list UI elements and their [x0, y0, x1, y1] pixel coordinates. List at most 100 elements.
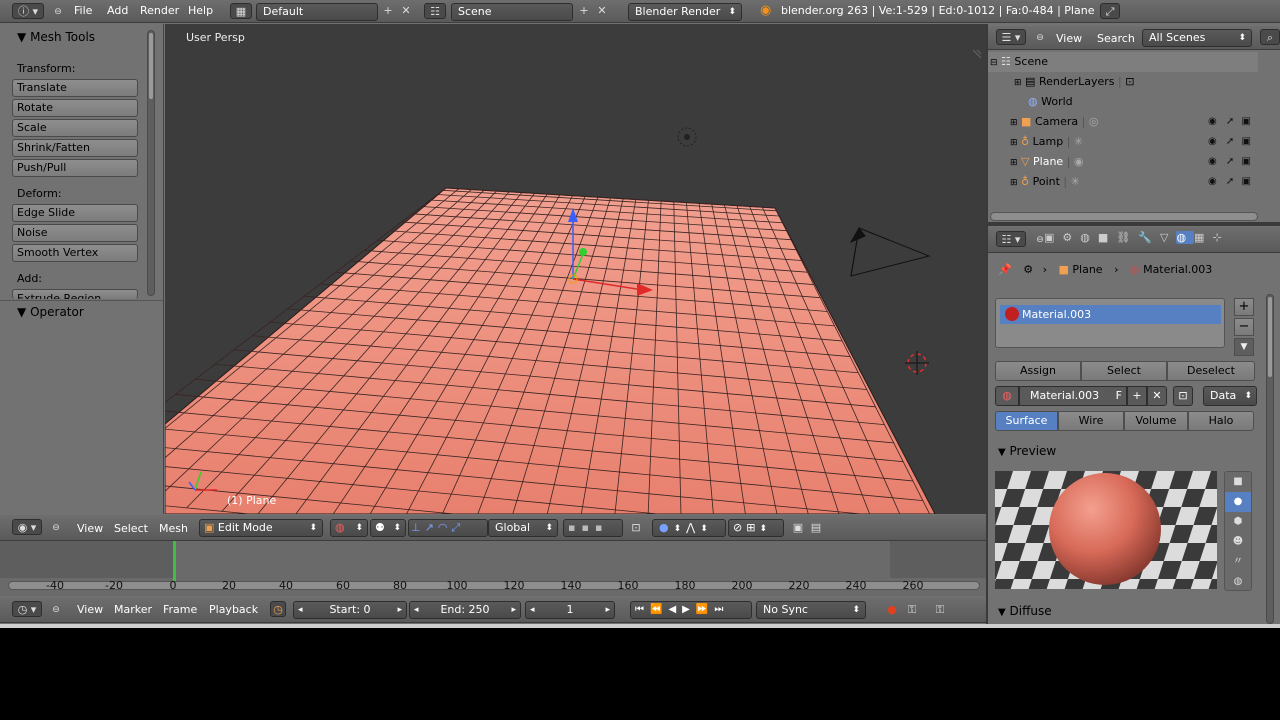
menu-mesh[interactable]: Mesh — [159, 522, 188, 535]
material-browse-icon[interactable]: ◍ — [995, 386, 1019, 406]
jump-start-icon[interactable]: ⏮ — [635, 604, 650, 615]
eye-icon[interactable]: ◉ — [1208, 136, 1217, 147]
sky-preview-icon[interactable]: ◍ — [1225, 572, 1251, 592]
mesh-tools-header[interactable]: ▼ Mesh Tools — [17, 30, 95, 44]
menu-help[interactable]: Help — [188, 4, 213, 17]
camera-object[interactable] — [849, 227, 931, 277]
outliner-item-plane[interactable]: ⊞ ▽ Plane | ◉ — [1010, 152, 1084, 172]
playback-controls[interactable]: ⏮⏪◀▶⏩⏭ — [630, 601, 752, 619]
menu-search[interactable]: Search — [1097, 32, 1135, 45]
editor-type-icon[interactable]: ◉ ▾ — [12, 519, 42, 535]
mode-select[interactable]: ▣ Edit Mode ⬍ — [199, 519, 323, 537]
render-toggle-icon[interactable]: ▣ — [1242, 116, 1251, 127]
data-tab-icon[interactable]: ▽ — [1160, 231, 1176, 244]
outliner-item-lamp[interactable]: ⊞ ♁ Lamp | ✳ — [1010, 132, 1083, 152]
render-toggle-icon[interactable]: ▣ — [1242, 176, 1251, 187]
tool-shelf-scrollbar[interactable] — [147, 30, 155, 296]
hair-preview-icon[interactable]: 〃 — [1225, 552, 1251, 572]
preview-panel-header[interactable]: ▼ Preview — [998, 444, 1056, 458]
info-editor-icon[interactable]: ⓘ ▾ — [12, 3, 44, 19]
material-slot-row[interactable]: Material.003 — [1000, 305, 1221, 324]
orientation-select[interactable]: Global ⬍ — [488, 519, 558, 537]
layers-select[interactable]: ▪▪▪ — [563, 519, 623, 537]
slot-specials-icon[interactable]: ▼ — [1234, 338, 1254, 356]
menu-add[interactable]: Add — [107, 4, 128, 17]
cursor-icon[interactable]: ➚ — [1226, 136, 1234, 147]
snap-select[interactable]: ⊘⊞⬍ — [728, 519, 784, 537]
scene-field[interactable]: Scene — [451, 3, 573, 21]
diffuse-panel-header[interactable]: ▼ Diffuse — [998, 604, 1052, 618]
end-frame-field[interactable]: ◂ End: 250 ▸ — [409, 601, 521, 619]
cursor-icon[interactable]: ➚ — [1226, 176, 1234, 187]
outliner-scrollbar[interactable] — [990, 212, 1258, 221]
smooth-vertex-button[interactable]: Smooth Vertex — [12, 244, 138, 262]
play-reverse-icon[interactable]: ◀ — [668, 604, 682, 615]
render-tab-icon[interactable]: ▣ — [1044, 231, 1062, 244]
sync-select[interactable]: No Sync ⬍ — [756, 601, 866, 619]
assign-button[interactable]: Assign — [995, 361, 1081, 381]
record-icon[interactable]: ● — [884, 602, 900, 618]
rotate-button[interactable]: Rotate — [12, 99, 138, 117]
limit-selection-icon[interactable]: ⊡ — [628, 520, 644, 536]
eye-icon[interactable]: ◉ — [1208, 176, 1217, 187]
pin-icon[interactable]: 📌 — [998, 263, 1012, 276]
outliner-item-scene[interactable]: ⊟ ☷ Scene — [990, 52, 1048, 72]
collapse-menu-icon[interactable]: ⊖ — [1032, 30, 1048, 46]
timeline-scrollbar[interactable] — [8, 581, 980, 590]
render-icon[interactable]: ▣ — [790, 520, 806, 536]
fake-user-label[interactable]: F — [1116, 387, 1122, 405]
search-icon[interactable]: ⌕ — [1260, 29, 1280, 45]
flat-preview-icon[interactable]: ■ — [1225, 472, 1251, 492]
remove-layout-icon[interactable]: ✕ — [398, 3, 414, 19]
remove-slot-icon[interactable]: − — [1234, 318, 1254, 336]
editor-type-icon[interactable]: ◷ ▾ — [12, 601, 42, 617]
cursor-icon[interactable]: ➚ — [1226, 156, 1234, 167]
outliner-item-point[interactable]: ⊞ ♁ Point | ✳ — [1010, 172, 1080, 192]
pivot-select[interactable]: ⚉ ⬍ — [370, 519, 406, 537]
properties-editor-icon[interactable]: ☷ ▾ — [996, 231, 1026, 247]
constraints-tab-icon[interactable]: ⛓ — [1116, 231, 1138, 244]
physics-tab-icon[interactable]: ⊹ — [1212, 231, 1229, 244]
add-material-icon[interactable]: + — [1127, 386, 1147, 406]
tab-halo[interactable]: Halo — [1188, 411, 1254, 431]
modifiers-tab-icon[interactable]: 🔧 — [1138, 231, 1160, 244]
menu-view[interactable]: View — [77, 603, 103, 616]
display-mode-select[interactable]: All Scenes ⬍ — [1142, 29, 1252, 47]
scene-icon[interactable]: ☷ — [424, 3, 446, 19]
scene-tab-icon[interactable]: ⚙ — [1062, 231, 1080, 244]
deselect-button[interactable]: Deselect — [1167, 361, 1255, 381]
shrink-fatten-button[interactable]: Shrink/Fatten — [12, 139, 138, 157]
menu-frame[interactable]: Frame — [163, 603, 197, 616]
menu-file[interactable]: File — [74, 4, 92, 17]
keyframe-insert-icon[interactable]: ⚿ — [932, 602, 948, 618]
menu-select[interactable]: Select — [114, 522, 148, 535]
properties-scrollbar[interactable] — [1266, 294, 1274, 624]
fullscreen-icon[interactable]: ⤢ — [1100, 3, 1120, 19]
horizontal-area-divider[interactable] — [988, 222, 1280, 226]
manipulator-toggle-group[interactable]: ⊥↗◠⤢ — [408, 519, 488, 537]
collapse-menu-icon[interactable]: ⊖ — [50, 4, 66, 20]
tab-wire[interactable]: Wire — [1058, 411, 1124, 431]
collapse-menu-icon[interactable]: ⊖ — [48, 520, 64, 536]
world-tab-icon[interactable]: ◍ — [1080, 231, 1098, 244]
lamp-object[interactable] — [677, 127, 697, 147]
start-frame-field[interactable]: ◂ Start: 0 ▸ — [293, 601, 407, 619]
link-data-select[interactable]: Data ⬍ — [1203, 386, 1257, 406]
proportional-edit-select[interactable]: ●⬍⋀⬍ — [652, 519, 726, 537]
monkey-preview-icon[interactable]: ☻ — [1225, 532, 1251, 552]
render-engine-select[interactable]: Blender Render ⬍ — [628, 3, 742, 21]
menu-render[interactable]: Render — [140, 4, 179, 17]
outliner-item-world[interactable]: ◍ World — [1028, 92, 1073, 112]
extrude-region-button[interactable]: Extrude Region — [12, 289, 138, 299]
eye-icon[interactable]: ◉ — [1208, 156, 1217, 167]
menu-view[interactable]: View — [77, 522, 103, 535]
screen-layout-field[interactable]: Default — [256, 3, 378, 21]
tab-surface[interactable]: Surface — [995, 411, 1058, 431]
translate-button[interactable]: Translate — [12, 79, 138, 97]
tab-volume[interactable]: Volume — [1124, 411, 1188, 431]
material-tab-icon[interactable]: ◍ — [1176, 231, 1195, 244]
menu-playback[interactable]: Playback — [209, 603, 258, 616]
outliner-item-camera[interactable]: ⊞ ■ Camera | ◎ — [1010, 112, 1098, 132]
texture-tab-icon[interactable]: ▦ — [1194, 231, 1212, 244]
edge-slide-button[interactable]: Edge Slide — [12, 204, 138, 222]
